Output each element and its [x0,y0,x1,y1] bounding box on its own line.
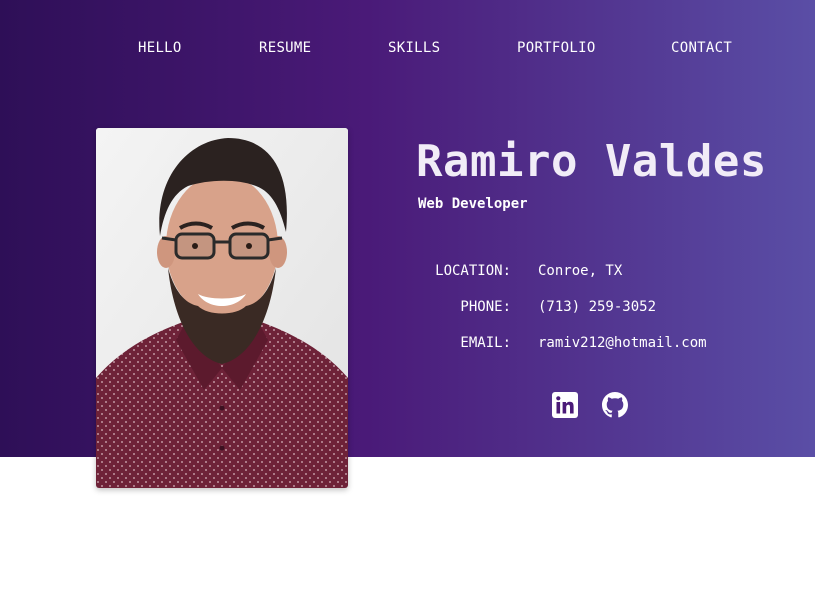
main-nav: HELLO RESUME SKILLS PORTFOLIO CONTACT [0,40,815,60]
github-icon-graphic [602,392,628,418]
github-icon[interactable] [602,392,628,418]
portrait-image [96,128,348,488]
profile-name: Ramiro Valdes [416,136,767,187]
location-value: Conroe, TX [538,263,623,279]
nav-link-resume[interactable]: RESUME [259,40,311,56]
phone-label: PHONE: [460,299,511,315]
profile-photo [96,128,348,488]
phone-value[interactable]: (713) 259-3052 [538,299,656,315]
email-value[interactable]: ramiv212@hotmail.com [538,335,707,351]
location-label: LOCATION: [435,263,511,279]
nav-link-hello[interactable]: HELLO [138,40,182,56]
linkedin-icon-graphic [552,392,578,418]
email-label: EMAIL: [460,335,511,351]
nav-link-portfolio[interactable]: PORTFOLIO [517,40,596,56]
linkedin-icon[interactable] [552,392,578,418]
profile-title: Web Developer [418,196,528,212]
nav-link-skills[interactable]: SKILLS [388,40,440,56]
nav-link-contact[interactable]: CONTACT [671,40,732,56]
